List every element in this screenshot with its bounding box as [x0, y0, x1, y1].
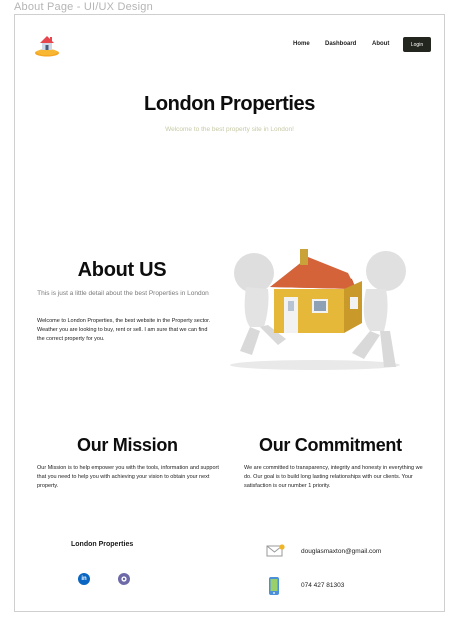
github-icon[interactable]: [118, 573, 130, 585]
mission-body: Our Mission is to help empower you with …: [37, 465, 219, 489]
login-button[interactable]: Login: [403, 37, 431, 52]
nav-dashboard-link[interactable]: Dashboard: [325, 41, 356, 47]
mission-title: Our Mission: [77, 435, 178, 455]
phone-icon: [269, 577, 279, 595]
footer-email[interactable]: douglasmaxton@gmail.com: [301, 548, 381, 555]
about-title: About US: [77, 259, 167, 281]
nav-home-link[interactable]: Home: [293, 41, 310, 47]
people-carrying-house-illustration: [230, 249, 406, 370]
nav-about-link[interactable]: About: [372, 41, 389, 47]
about-page: Home Dashboard About Login London Proper…: [14, 14, 445, 612]
linkedin-icon[interactable]: in: [78, 573, 90, 585]
logo-house-icon[interactable]: [33, 31, 61, 59]
frame-title: About Page - UI/UX Design: [14, 1, 153, 13]
hero-subtitle: Welcome to the best property site in Lon…: [165, 126, 294, 133]
commitment-title: Our Commitment: [259, 435, 402, 455]
hero-title: London Properties: [144, 93, 315, 115]
commitment-body: We are committed to transparency, integr…: [244, 465, 423, 489]
footer-phone[interactable]: 074 427 81303: [301, 582, 344, 589]
about-body: Welcome to London Properties, the best w…: [37, 318, 211, 342]
footer-brand: London Properties: [71, 541, 134, 548]
about-subtitle: This is just a little detail about the b…: [37, 290, 209, 297]
mail-icon: [266, 544, 285, 557]
